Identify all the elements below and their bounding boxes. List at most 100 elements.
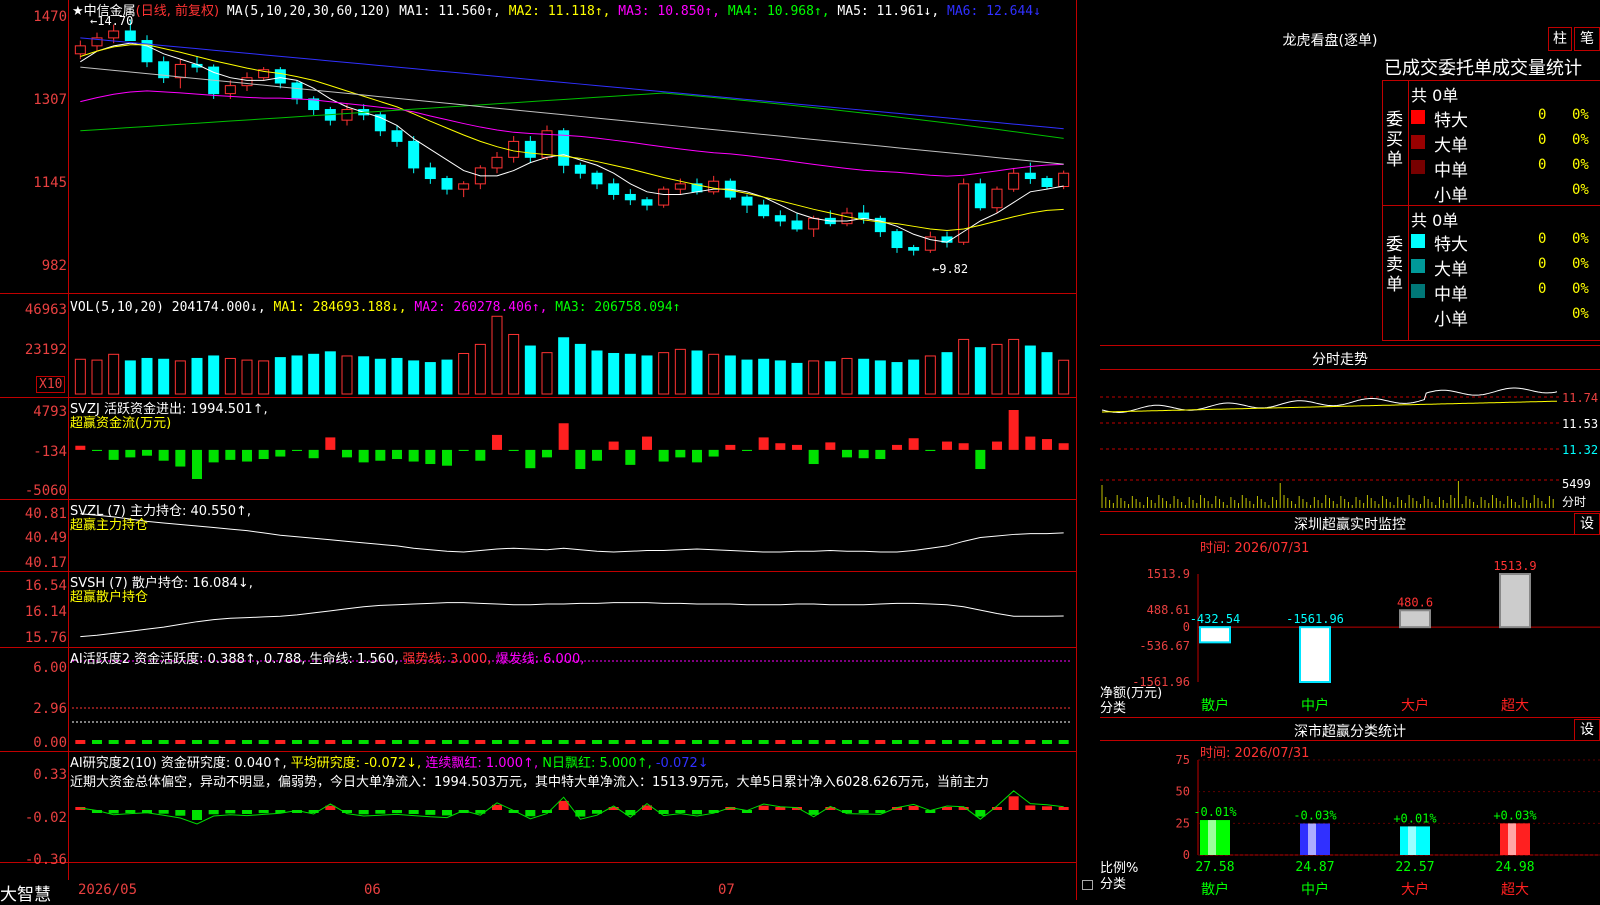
sell-category-label: 特大 [1434,235,1468,255]
sell-legend-swatch [1411,284,1425,298]
order-stats-left-border [1382,80,1383,340]
svzl-label: 主力持仓: 40.550↑, [129,504,252,519]
activity-bar [608,740,619,744]
fund-flow-bar [742,449,752,452]
vol-unit-badge: X10 [36,376,66,393]
ai-research-summary: 近期大资金总体偏空，异动不明显，偏弱势，今日大单净流入：1994.503万元，其… [70,775,989,790]
monitor-bar [1499,573,1531,629]
svsh-sub: 超赢散户持仓 [70,590,149,605]
volume-bar [491,315,503,395]
buy-count-value: 0 [1538,157,1547,173]
ai-research-nred: N日飘红: 5.000↑, [542,756,652,771]
fund-flow-bar [458,449,469,452]
research-bar [408,810,419,814]
activity-bar [792,740,802,744]
fund-flow-bar [308,449,319,459]
monitor-axis-label: -536.67 [1139,639,1190,653]
fund-flow-bar [592,449,602,461]
volume-bar [208,355,220,395]
svsh-label: 散户持仓: 16.084↓, [131,576,253,591]
activity-bar [425,740,436,744]
activity-bar [158,740,169,744]
candle-body [741,196,753,206]
bar-mode-button[interactable]: 柱 [1548,27,1572,51]
activity-bar [508,740,519,744]
candle-body [908,247,920,251]
candle-body [241,77,253,87]
intraday-title: 分时走势 [1312,352,1368,368]
tick-mode-button[interactable]: 笔 [1574,27,1600,51]
volume-bar [791,362,803,395]
activity-bar [292,740,302,744]
volume-bar [658,352,670,395]
fund-flow-bar [392,449,402,460]
research-bar [258,810,269,814]
fund-flow-bar [775,443,786,450]
activity-bar [775,740,786,744]
volume-bar [508,333,520,395]
candle-body [274,69,286,84]
ma5-line [80,66,1064,165]
ai-active-axis-label: 0.00 [33,735,67,751]
vol-axis-label: 46963 [24,302,67,318]
fund-flow-bar [975,449,986,470]
candle-body [391,130,403,142]
volume-bar [774,360,786,395]
activity-bar [1025,740,1036,744]
monitor-settings-button[interactable]: 设 [1574,513,1600,535]
fund-flow-bar [208,449,219,463]
candle-body [124,30,136,42]
fund-flow-bar [558,423,569,450]
candle-body [1024,172,1036,180]
price-axis-label: 1145 [33,175,67,191]
candle-body [291,82,303,100]
classify-value-label: 24.87 [1295,860,1334,875]
volume-bar [524,345,536,395]
buy-pct-value: 0% [1572,182,1589,198]
fund-flow-bar [325,437,336,450]
buy-legend-swatch [1411,135,1425,149]
fund-flow-bar [825,442,836,450]
price-axis-label: 1307 [33,92,67,108]
fund-flow-bar [258,449,269,460]
candle-body [341,109,353,121]
ma1-value: MA1: 11.560↑, [399,4,501,19]
classify-settings-button[interactable]: 设 [1574,719,1600,741]
candle-body [491,156,503,169]
ai-research-last: -0.072↓ [655,756,709,771]
research-bar [125,810,136,813]
lock-icon[interactable] [1082,880,1093,890]
intraday-volume-label: 5499 [1562,477,1591,491]
fund-flow-bar [225,449,236,460]
x-axis-label: 2026/05 [78,882,138,898]
research-bar [675,810,686,813]
ma5-value: MA5: 11.961↓, [837,4,940,19]
candle-body [641,199,653,206]
sell-orders-label: 委卖单 [1386,235,1403,295]
fund-flow-bar [1008,410,1019,450]
buy-pct-value: 0% [1572,132,1589,148]
ai-research-axis-label: -0.36 [24,852,67,868]
research-bar [1042,806,1052,810]
svzl-axis-label: 40.81 [24,506,67,522]
research-bar [392,810,402,814]
candle-body [674,183,686,190]
monitor-bar-label: 1513.9 [1493,559,1536,573]
fund-flow-bar [242,449,252,462]
volume-bar [691,350,703,395]
classify-bar-label: +0.01% [1393,811,1437,825]
classify-value-label: 22.57 [1395,860,1434,875]
candle-body [424,167,436,180]
candle-body [841,212,853,225]
ai-research-name: AI研究度2(10) [70,756,157,771]
ai-active-header: AI活跃度2 资金活跃度: 0.388↑, 0.788, 生命线: 1.560,… [70,648,584,667]
main-holding-line [80,513,1064,553]
activity-bar [408,740,419,744]
activity-bar [542,740,552,744]
intraday-axis-label: 11.32 [1562,443,1599,457]
volume-bar [958,338,970,395]
ma-params: MA(5,10,20,30,60,120) [226,4,392,19]
volume-bar [224,357,236,395]
intraday-axis-label: 11.74 [1562,391,1599,405]
activity-bar [742,740,752,744]
